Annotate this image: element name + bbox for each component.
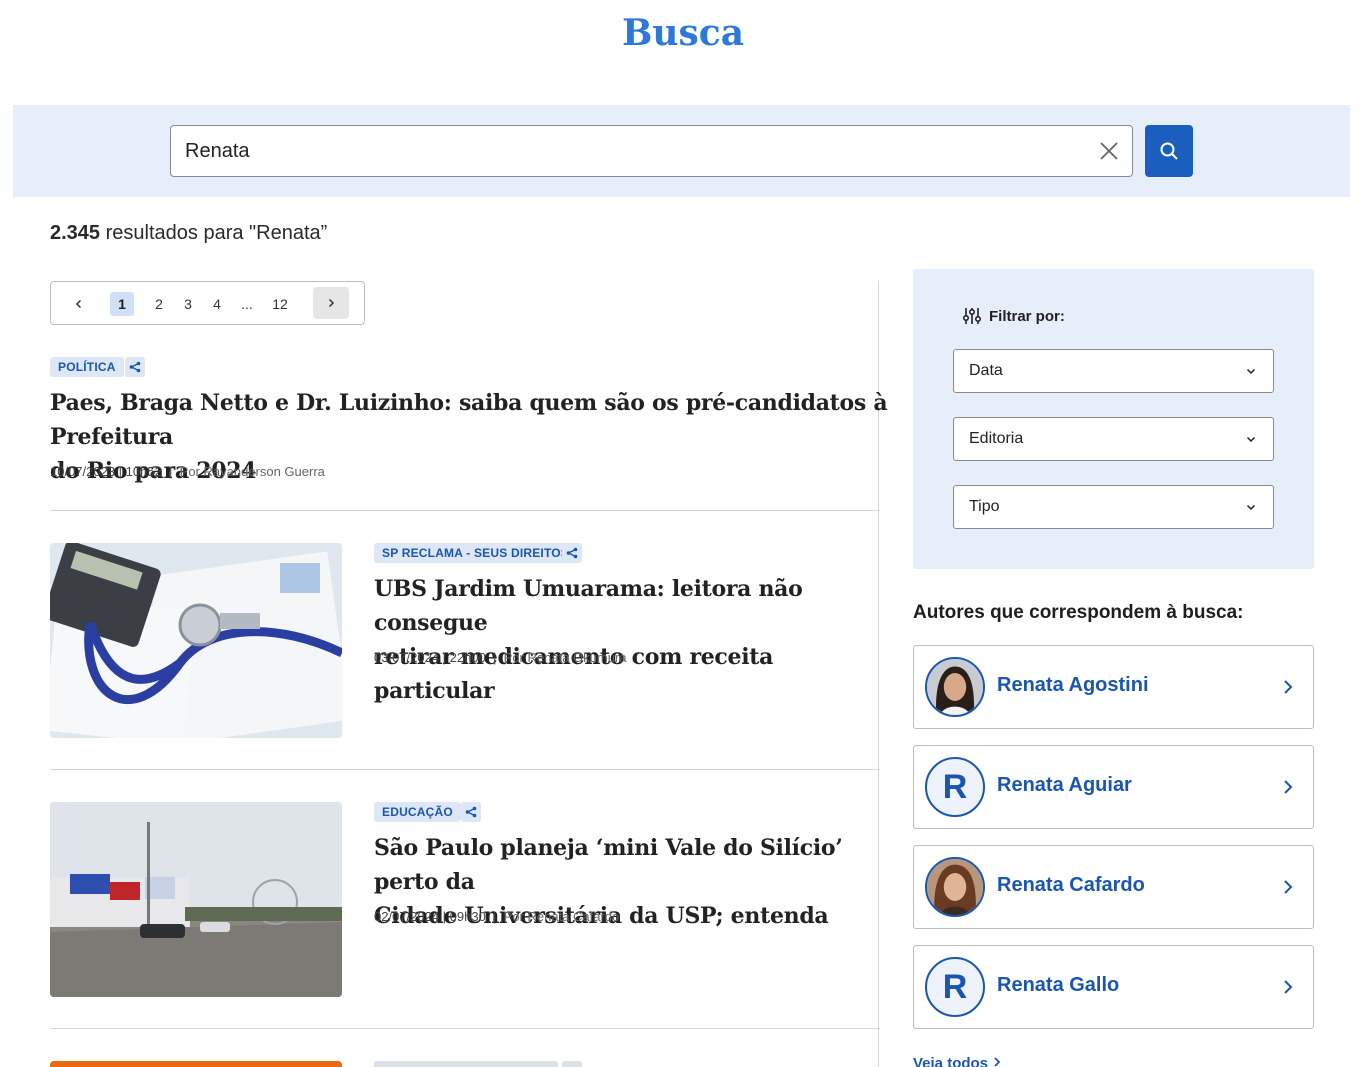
headline-line: UBS Jardim Umuarama: leitora não consegu…: [374, 576, 803, 636]
headline-line: São Paulo planeja ‘mini Vale do Silício’…: [374, 835, 843, 895]
article-date: 10/07/2023 | 10h52: [50, 464, 162, 479]
article-thumbnail[interactable]: [50, 543, 342, 738]
author-name: Renata Aguiar: [997, 774, 1132, 796]
chevron-right-icon: [1284, 680, 1293, 694]
chevron-right-icon: [994, 1057, 1001, 1067]
share-button[interactable]: [125, 357, 145, 377]
chevron-down-icon: [1246, 436, 1256, 443]
avatar: [925, 857, 985, 917]
article-thumbnail[interactable]: [50, 802, 342, 997]
avatar: R: [925, 957, 985, 1017]
close-icon: [1100, 142, 1118, 160]
next-page-button[interactable]: [313, 287, 349, 319]
search-input[interactable]: [185, 126, 1085, 176]
article-author: Por Renata Okumura: [503, 650, 627, 665]
share-icon: [465, 806, 477, 818]
author-card[interactable]: Renata Agostini: [913, 645, 1314, 729]
select-value: Tipo: [969, 498, 1000, 515]
page-4[interactable]: 4: [207, 292, 227, 316]
type-select[interactable]: Tipo: [953, 485, 1274, 529]
share-icon: [566, 547, 578, 559]
chevron-left-icon: [75, 299, 82, 309]
see-all-authors-link[interactable]: Veja todos: [913, 1055, 1002, 1067]
search-box[interactable]: [170, 125, 1133, 177]
headline-line: Paes, Braga Netto e Dr. Luizinho: saiba …: [50, 390, 888, 450]
article-date: 03/07/2024 | 22h00: [374, 650, 486, 665]
search-band: [13, 105, 1350, 197]
avatar-initial: R: [942, 767, 968, 806]
author-card[interactable]: Renata Cafardo: [913, 845, 1314, 929]
share-button[interactable]: [562, 1061, 582, 1067]
select-value: Editoria: [969, 430, 1024, 447]
chevron-right-icon: [1284, 980, 1293, 994]
author-name: Renata Cafardo: [997, 874, 1145, 896]
filter-panel: Filtrar por: Data Editoria Tipo: [913, 269, 1314, 569]
article-meta: 03/07/2024 | 22h00 | Por Renata Okumura: [374, 650, 627, 665]
filter-title-label: Filtrar por:: [989, 307, 1065, 325]
author-card[interactable]: R Renata Gallo: [913, 945, 1314, 1029]
avatar-initial: R: [942, 967, 968, 1006]
chevron-right-icon: [1284, 780, 1293, 794]
article-divider: [50, 1028, 880, 1029]
chevron-down-icon: [1246, 368, 1256, 375]
page-3[interactable]: 3: [178, 292, 198, 316]
share-button[interactable]: [461, 802, 481, 822]
share-button[interactable]: [562, 543, 582, 563]
article-category-tag[interactable]: SP RECLAMA - SEUS DIREITOS: [374, 543, 578, 563]
see-all-label: Veja todos: [913, 1055, 989, 1067]
filter-title: Filtrar por:: [963, 307, 1065, 325]
section-select[interactable]: Editoria: [953, 417, 1274, 461]
prev-page-button[interactable]: [67, 292, 91, 316]
avatar: [925, 657, 985, 717]
article-meta: 02/07/2024 | 09h30 | Por Renata Cafardo: [374, 909, 620, 924]
chevron-right-icon: [1284, 880, 1293, 894]
page-ellipsis: ...: [241, 296, 253, 312]
article-category-tag[interactable]: POLÍTICA: [50, 357, 124, 377]
results-number: 2.345: [50, 222, 101, 244]
article-meta: 10/07/2023 | 10h52 | Por Rayanderson Gue…: [50, 464, 325, 479]
author-card[interactable]: R Renata Aguiar: [913, 745, 1314, 829]
article-thumbnail[interactable]: [50, 1061, 342, 1067]
search-icon: [1160, 142, 1178, 160]
page-2[interactable]: 2: [149, 292, 169, 316]
avatar: R: [925, 757, 985, 817]
article-category-tag[interactable]: [374, 1061, 558, 1067]
article-author: Por Rayanderson Guerra: [179, 464, 325, 479]
clear-search-button[interactable]: [1096, 138, 1122, 164]
select-value: Data: [969, 362, 1003, 379]
share-icon: [129, 361, 141, 373]
article-divider: [50, 510, 880, 511]
article-category-tag[interactable]: EDUCAÇÃO: [374, 802, 461, 822]
author-name: Renata Gallo: [997, 974, 1120, 996]
chevron-right-icon: [328, 298, 335, 308]
results-label: resultados para "Renata”: [100, 222, 328, 244]
search-button[interactable]: [1145, 125, 1193, 177]
article-divider: [50, 769, 880, 770]
author-name: Renata Agostini: [997, 674, 1149, 696]
date-select[interactable]: Data: [953, 349, 1274, 393]
sliders-icon: [963, 308, 981, 324]
chevron-down-icon: [1246, 504, 1256, 511]
authors-title: Autores que correspondem à busca:: [913, 602, 1244, 623]
page-1[interactable]: 1: [110, 292, 134, 316]
results-count: 2.345 resultados para "Renata”: [50, 222, 327, 245]
article-author: Por Renata Cafardo: [503, 909, 620, 924]
page-12[interactable]: 12: [267, 292, 293, 316]
article-headline[interactable]: UBS Jardim Umuarama: leitora não consegu…: [374, 572, 874, 708]
page-title: Busca: [621, 12, 745, 54]
article-date: 02/07/2024 | 09h30: [374, 909, 486, 924]
pagination: 1 2 3 4 ... 12: [50, 281, 365, 325]
